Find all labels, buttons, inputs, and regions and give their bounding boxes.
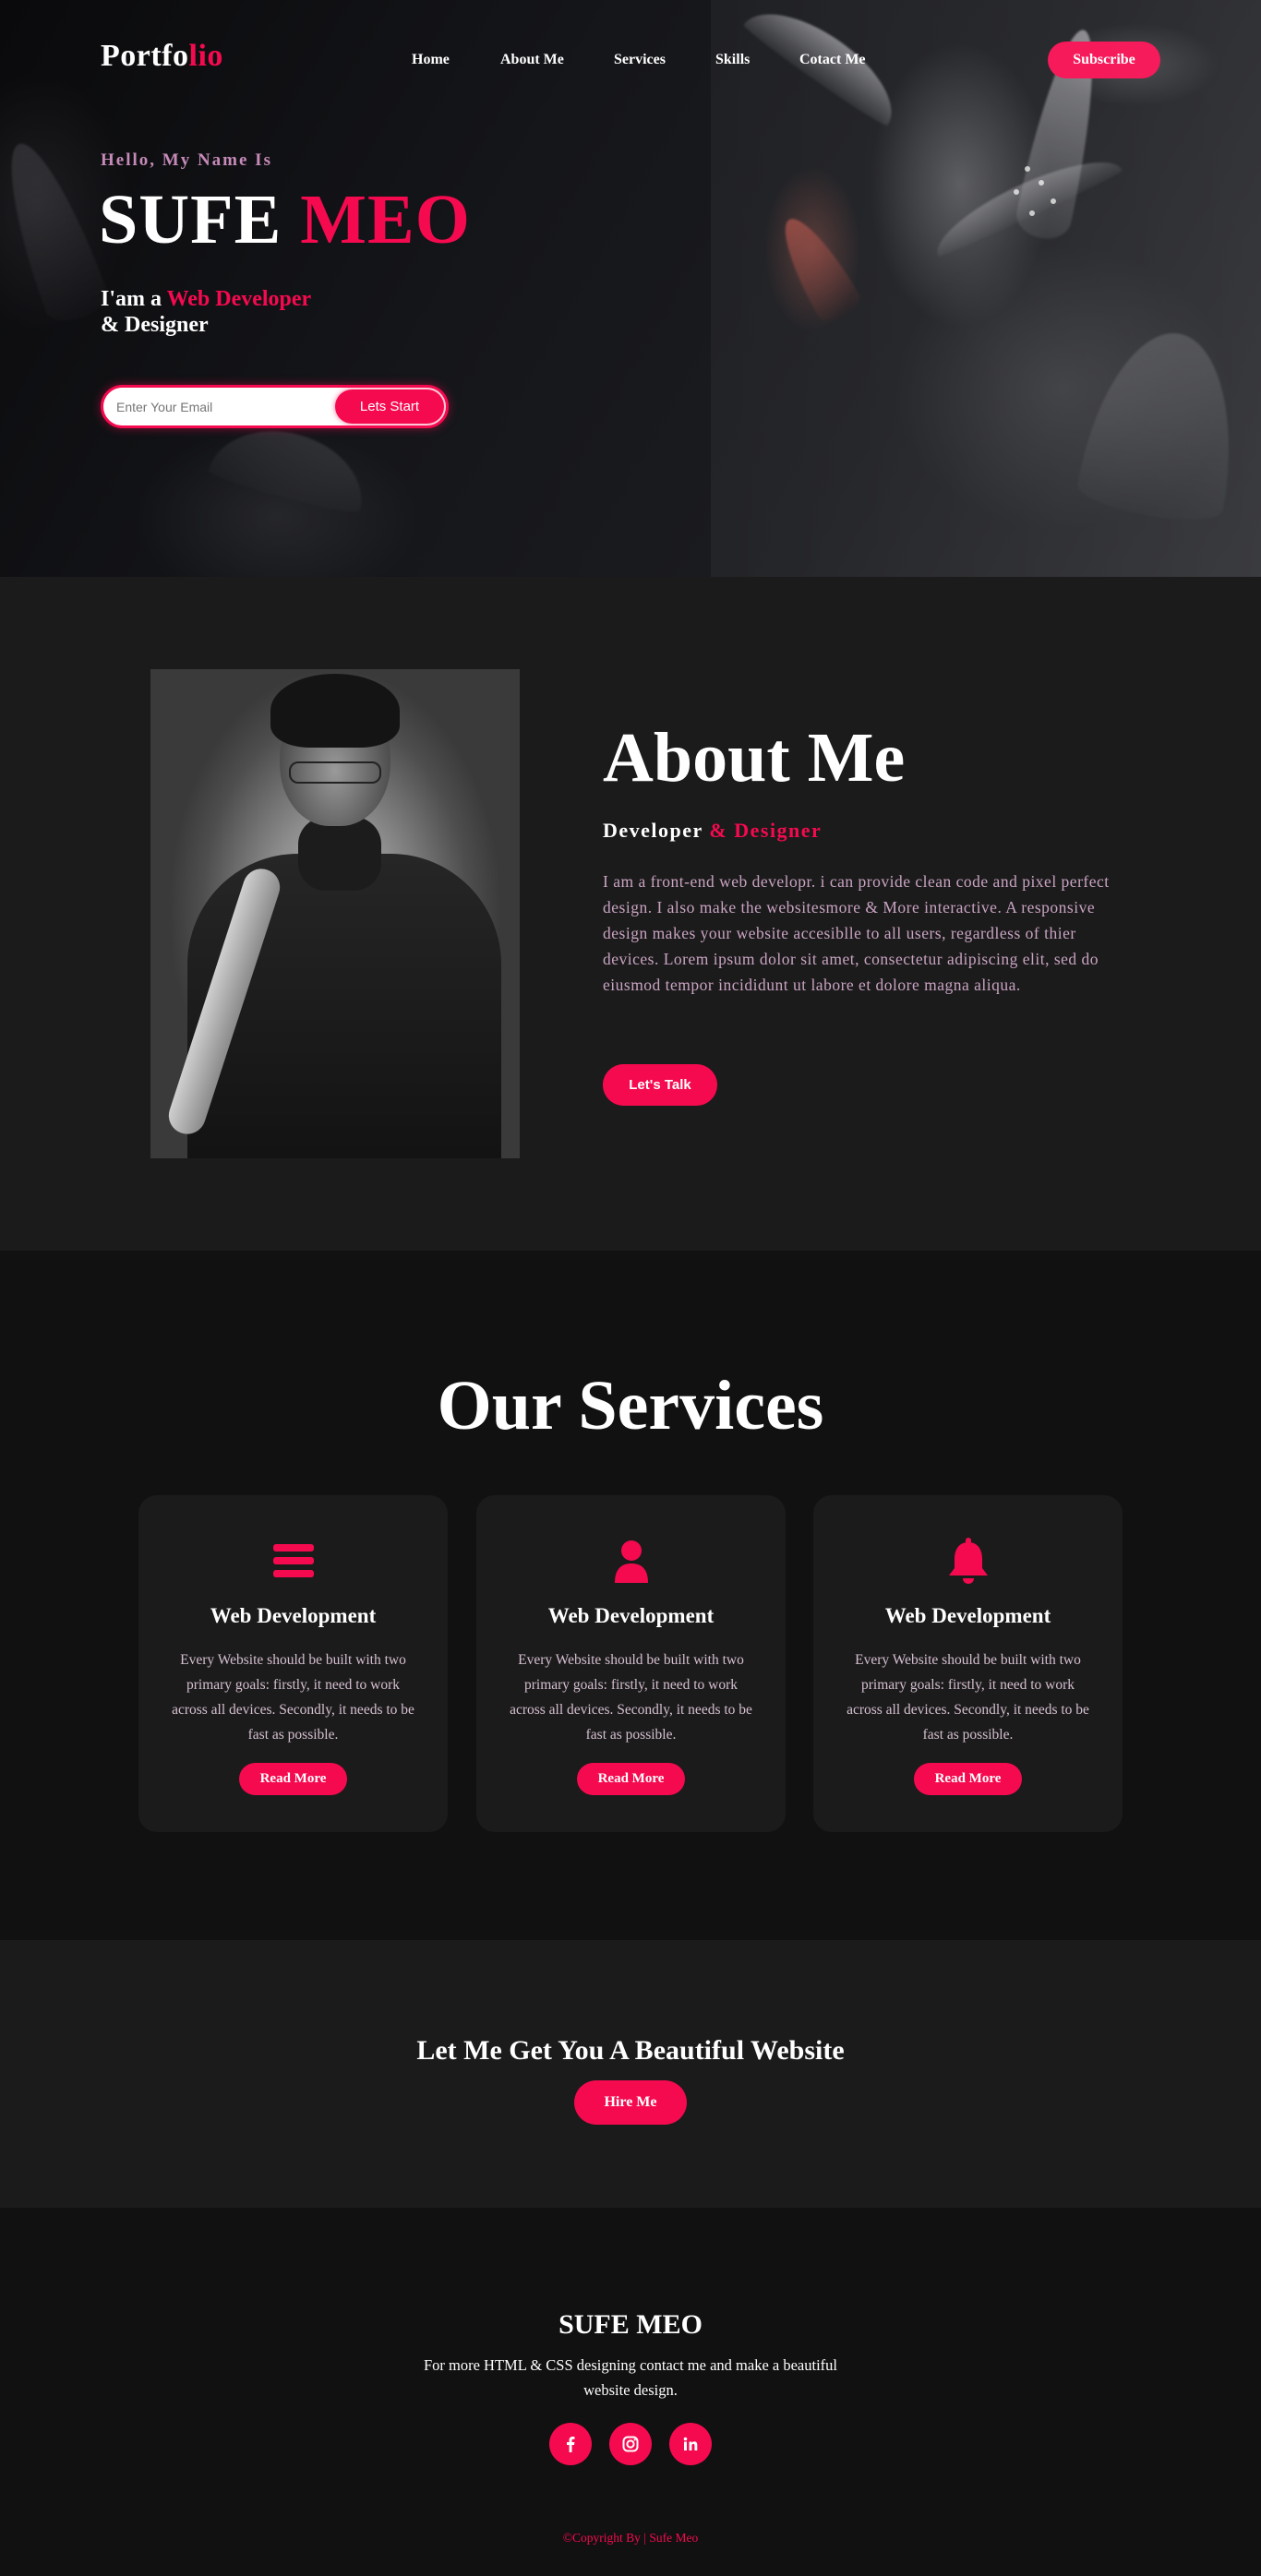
hire-me-button[interactable]: Hire Me xyxy=(574,2080,687,2125)
navbar: Portfolio Home About Me Services Skills … xyxy=(0,0,1261,120)
service-card-text: Every Website should be built with two p… xyxy=(847,1652,1089,1743)
about-description: I am a front-end web developr. i can pro… xyxy=(603,872,1110,994)
service-card-text: Every Website should be built with two p… xyxy=(172,1652,414,1743)
facebook-icon[interactable] xyxy=(549,2423,592,2465)
cta-title: Let Me Get You A Beautiful Website xyxy=(416,2035,845,2066)
about-subtitle-main: Developer xyxy=(603,819,703,842)
about-section: About Me Developer & Designer I am a fro… xyxy=(0,577,1261,1251)
feather-spot xyxy=(1025,166,1030,172)
services-section: Our Services Web Development Every Websi… xyxy=(0,1251,1261,1940)
email-input[interactable] xyxy=(114,396,327,418)
footer: SUFE MEO For more HTML & CSS designing c… xyxy=(0,2208,1261,2576)
photo-glasses-shape xyxy=(289,761,381,784)
feather-decoration xyxy=(925,143,1124,259)
read-more-button[interactable]: Read More xyxy=(577,1763,685,1795)
hero-name-accent: MEO xyxy=(300,181,471,258)
hero-role-accent: Web Developer xyxy=(166,287,312,311)
social-links xyxy=(549,2423,714,2465)
services-title: Our Services xyxy=(437,1367,824,1444)
bell-icon xyxy=(944,1537,992,1585)
user-icon xyxy=(607,1537,655,1585)
photo-neck-shape xyxy=(298,817,381,891)
lets-talk-button[interactable]: Let's Talk xyxy=(603,1064,717,1106)
cta-section: Let Me Get You A Beautiful Website Hire … xyxy=(0,1940,1261,2208)
feather-spot xyxy=(1051,198,1056,204)
service-card: Web Development Every Website should be … xyxy=(138,1495,448,1832)
service-card: Web Development Every Website should be … xyxy=(476,1495,786,1832)
service-card-title: Web Development xyxy=(547,1604,715,1627)
hero-role: I'am a Web Developer & Designer xyxy=(101,286,311,338)
hero-section: Portfolio Home About Me Services Skills … xyxy=(0,0,1261,577)
feather-spot xyxy=(1039,180,1044,186)
hero-role-suffix: & Designer xyxy=(101,313,209,337)
feather-decoration xyxy=(0,133,114,329)
service-card-title: Web Development xyxy=(884,1604,1051,1627)
nav-item-contact[interactable]: Cotact Me xyxy=(799,52,866,68)
read-more-button[interactable]: Read More xyxy=(239,1763,347,1795)
read-more-button[interactable]: Read More xyxy=(914,1763,1022,1795)
about-title: About Me xyxy=(603,719,906,797)
feather-spot xyxy=(1014,189,1019,195)
hero-name-first: SUFE xyxy=(99,181,282,258)
service-card-text: Every Website should be built with two p… xyxy=(510,1652,752,1743)
service-card: Web Development Every Website should be … xyxy=(813,1495,1123,1832)
logo-main: Portfo xyxy=(101,39,189,73)
menu-bars-icon xyxy=(270,1537,318,1585)
lets-start-button[interactable]: Lets Start xyxy=(335,389,444,424)
logo-accent: lio xyxy=(188,39,223,73)
footer-description: For more HTML & CSS designing contact me… xyxy=(423,2356,837,2399)
nav-item-about-me[interactable]: About Me xyxy=(500,52,564,68)
about-subtitle-accent: & Designer xyxy=(709,819,823,842)
profile-photo xyxy=(150,669,520,1158)
logo[interactable]: Portfolio xyxy=(101,39,223,74)
subscribe-button[interactable]: Subscribe xyxy=(1048,42,1160,78)
photo-hair-shape xyxy=(270,674,400,748)
feather-decoration xyxy=(769,208,865,328)
hero-role-prefix: I'am a xyxy=(101,287,162,311)
feather-decoration xyxy=(206,414,376,518)
footer-name: SUFE MEO xyxy=(558,2309,703,2340)
hero-greeting: Hello, My Name Is xyxy=(101,150,272,170)
nav-item-services[interactable]: Services xyxy=(614,52,666,68)
email-signup-form: Lets Start xyxy=(101,385,449,428)
nav-item-skills[interactable]: Skills xyxy=(715,52,750,68)
service-card-title: Web Development xyxy=(210,1604,377,1627)
linkedin-icon[interactable] xyxy=(669,2423,712,2465)
copyright-text: ©Copyright By | Sufe Meo xyxy=(562,2531,699,2545)
hero-name: SUFE MEO xyxy=(99,185,471,255)
nav-item-home[interactable]: Home xyxy=(412,52,450,68)
instagram-icon[interactable] xyxy=(609,2423,652,2465)
feather-decoration xyxy=(1074,320,1253,529)
feather-spot xyxy=(1029,210,1035,216)
about-subtitle: Developer & Designer xyxy=(603,819,822,843)
